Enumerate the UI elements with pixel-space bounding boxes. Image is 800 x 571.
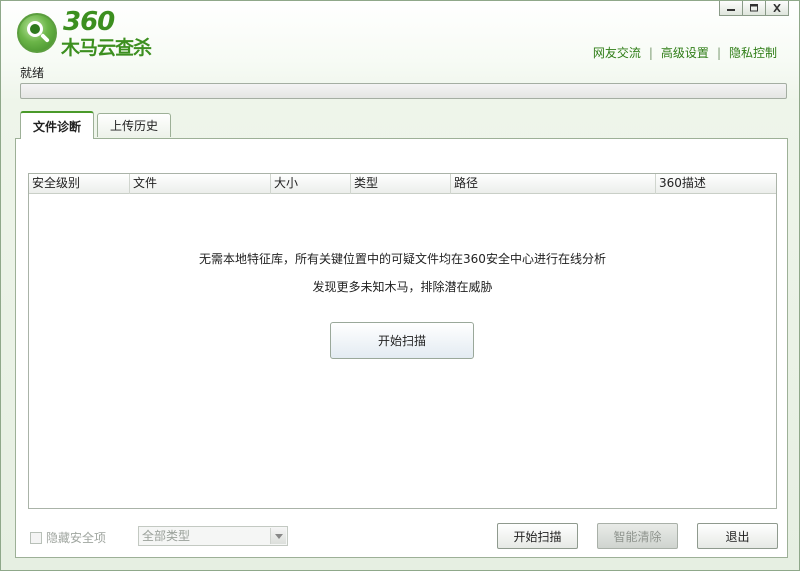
tab-upload-history[interactable]: 上传历史 [97,113,172,137]
checkbox-label: 隐藏安全项 [46,531,107,545]
maximize-icon[interactable] [742,1,766,16]
column-header-file[interactable]: 文件 [130,174,271,194]
logo-title: 木马云查杀 [61,37,152,59]
app-logo: 360 木马云查杀 [17,7,157,61]
start-scan-center-button[interactable]: 开始扫描 [330,322,474,359]
tab-file-diagnosis[interactable]: 文件诊断 [20,111,95,139]
header-links: 网友交流 | 高级设置 | 隐私控制 [593,44,777,61]
empty-state-line-1: 无需本地特征库，所有关键位置中的可疑文件均在360安全中心进行在线分析 [199,252,606,266]
tab-bar: 文件诊断 上传历史 [20,111,174,139]
hide-safe-items-checkbox[interactable]: 隐藏安全项 [30,529,106,546]
link-community[interactable]: 网友交流 [593,44,641,61]
column-header-size[interactable]: 大小 [271,174,351,194]
column-header-path[interactable]: 路径 [451,174,656,194]
link-divider: | [648,45,653,60]
table-header: 安全级别 文件 大小 类型 路径 360描述 [29,174,776,194]
app-window: 360 木马云查杀 网友交流 | 高级设置 | 隐私控制 就绪 文件诊断 上传历… [0,0,800,571]
link-advanced-settings[interactable]: 高级设置 [661,44,709,61]
footer-controls: 隐藏安全项 全部类型 开始扫描 智能清除 退出 [16,523,787,551]
minimize-icon[interactable] [719,1,743,16]
column-header-type[interactable]: 类型 [351,174,451,194]
type-filter-select[interactable]: 全部类型 [138,526,288,546]
exit-button[interactable]: 退出 [697,523,778,549]
chevron-down-icon[interactable] [270,528,286,544]
close-icon[interactable] [765,1,789,16]
column-header-description[interactable]: 360描述 [656,174,776,194]
link-privacy-control[interactable]: 隐私控制 [729,44,777,61]
empty-state-line-2: 发现更多未知木马，排除潜在威胁 [312,280,493,294]
checkbox-icon[interactable] [30,531,42,544]
link-divider: | [716,45,721,60]
window-controls [719,1,789,16]
start-scan-button[interactable]: 开始扫描 [497,523,578,549]
smart-clean-button[interactable]: 智能清除 [597,523,678,549]
tab-panel: 安全级别 文件 大小 类型 路径 360描述 无需本地特征库，所有关键位置中的可… [15,138,788,558]
results-table: 安全级别 文件 大小 类型 路径 360描述 无需本地特征库，所有关键位置中的可… [28,173,777,509]
scan-progress-bar [20,83,787,99]
status-text: 就绪 [20,66,45,80]
column-header-security-level[interactable]: 安全级别 [29,174,130,194]
select-value: 全部类型 [142,529,191,543]
